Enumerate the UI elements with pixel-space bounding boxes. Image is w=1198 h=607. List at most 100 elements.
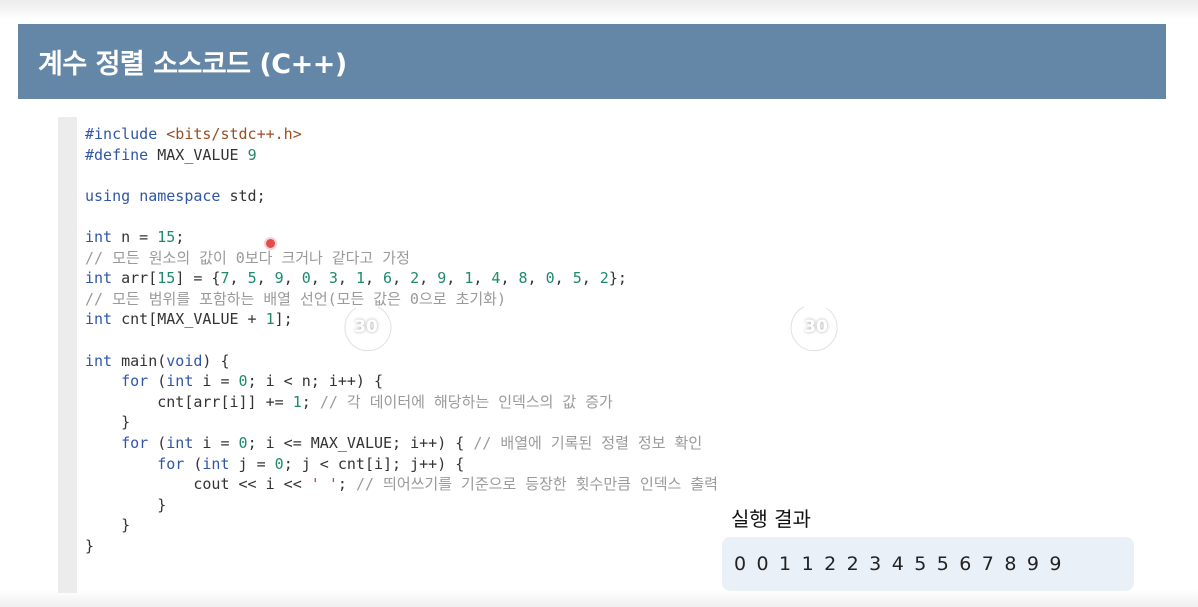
code-token: for <box>121 433 149 452</box>
code-token: ( <box>184 454 203 473</box>
code-token: , <box>500 269 519 288</box>
code-token: ; <box>301 392 320 411</box>
result-output-box: 0 0 1 1 2 2 3 4 5 5 6 7 8 9 9 <box>722 537 1134 591</box>
code-token: 0 <box>238 372 248 391</box>
code-token: int <box>202 454 230 473</box>
code-line: for (int j = 0; j < cnt[i]; j++) { <box>85 454 718 475</box>
code-token: int <box>85 310 113 329</box>
code-token: ]; <box>274 310 293 329</box>
code-token: } <box>85 495 167 514</box>
code-token: 9 <box>274 269 284 288</box>
code-token: , <box>473 269 492 288</box>
code-line: cnt[arr[i]] += 1; // 각 데이터에 해당하는 인덱스의 값 … <box>85 392 718 413</box>
code-token: 9 <box>437 269 447 288</box>
rewind-30-button[interactable]: 30 <box>336 297 396 357</box>
code-token: , <box>419 269 438 288</box>
code-token: , <box>310 269 329 288</box>
code-token: void <box>166 351 203 370</box>
code-token: } <box>85 516 131 535</box>
code-line: using namespace std; <box>85 186 718 207</box>
code-token: , <box>446 269 465 288</box>
code-token: ; <box>337 475 356 494</box>
code-token: 1 <box>464 269 474 288</box>
code-token: } <box>85 536 95 555</box>
code-token: int <box>166 433 194 452</box>
result-output: 0 0 1 1 2 2 3 4 5 5 6 7 8 9 9 <box>734 553 1064 575</box>
code-token: ; j < cnt[i]; j++) { <box>283 454 465 473</box>
code-token: i = <box>193 372 239 391</box>
code-token: , <box>283 269 302 288</box>
code-token: // 띄어쓰기를 기준으로 등장한 횟수만큼 인덱스 출력 <box>355 475 718 494</box>
code-token: std; <box>220 186 266 205</box>
code-token: ( <box>148 372 167 391</box>
code-token: ; <box>175 227 185 246</box>
slide-title: 계수 정렬 소스코드 (C++) <box>38 49 347 80</box>
code-token: 0 <box>301 269 311 288</box>
code-token: , <box>527 269 546 288</box>
code-token: 15 <box>157 227 176 246</box>
code-token: #include <box>85 125 167 143</box>
code-token: 7 <box>220 269 230 288</box>
code-token: using <box>85 186 131 205</box>
code-token: cnt[MAX_VALUE + <box>112 310 266 329</box>
code-token: ( <box>148 433 167 452</box>
code-token: ' ' <box>310 475 338 494</box>
rewind-30-label: 30 <box>354 317 378 337</box>
pointer-dot <box>266 239 275 248</box>
code-token: ) { <box>202 351 230 370</box>
code-token: <bits/stdc++.h> <box>166 125 302 143</box>
code-line: } <box>85 536 718 557</box>
code-line: int main(void) { <box>85 351 718 372</box>
code-line: cout << i << ' '; // 띄어쓰기를 기준으로 등장한 횟수만큼… <box>85 474 718 495</box>
result-title: 실행 결과 <box>731 507 811 531</box>
code-token: 2 <box>599 269 609 288</box>
code-token: int <box>85 351 113 370</box>
code-token: , <box>256 269 275 288</box>
code-token: arr[ <box>112 269 158 288</box>
code-token: 6 <box>383 269 393 288</box>
code-block: #include <bits/stdc++.h> #define MAX_VALU… <box>85 124 718 556</box>
code-token: for <box>121 372 149 391</box>
code-token: main( <box>112 351 167 370</box>
forward-30-button[interactable]: 30 <box>786 297 846 357</box>
code-token: // 각 데이터에 해당하는 인덱스의 값 증가 <box>319 392 613 411</box>
code-token: 1 <box>292 392 302 411</box>
code-token: int <box>85 269 113 288</box>
code-token: 0 <box>238 433 248 452</box>
code-token: 2 <box>410 269 420 288</box>
code-token: ; i < n; i++) { <box>247 372 384 391</box>
code-token: }; <box>608 269 627 288</box>
code-line: #define MAX_VALUE 9 <box>85 145 718 166</box>
code-token: #define <box>85 145 158 164</box>
code-token: // 배열에 기록된 정렬 정보 확인 <box>473 433 703 452</box>
code-token: // 모든 범위를 포함하는 배열 선언(모든 값은 0으로 초기화) <box>85 289 507 308</box>
code-line: for (int i = 0; i <= MAX_VALUE; i++) { /… <box>85 433 718 454</box>
code-line: } <box>85 412 718 433</box>
code-token: 15 <box>157 269 176 288</box>
code-token: i = <box>193 433 239 452</box>
code-token: 0 <box>274 454 284 473</box>
code-line: } <box>85 495 718 516</box>
code-token: MAX_VALUE <box>157 145 248 164</box>
code-token: 1 <box>355 269 365 288</box>
code-token: int <box>166 372 194 391</box>
code-token: ; i <= MAX_VALUE; i++) { <box>247 433 474 452</box>
code-token: cnt[arr[i]] += <box>85 392 293 411</box>
code-token: 3 <box>328 269 338 288</box>
code-token: , <box>364 269 384 288</box>
code-token: 9 <box>247 145 257 164</box>
code-line: for (int i = 0; i < n; i++) { <box>85 371 718 392</box>
code-token: , <box>392 269 411 288</box>
forward-30-label: 30 <box>804 317 828 337</box>
code-line: #include <bits/stdc++.h> <box>85 124 718 145</box>
code-token: // 모든 원소의 값이 0보다 크거나 같다고 가정 <box>85 248 410 267</box>
code-token: 5 <box>247 269 257 288</box>
code-token: , <box>581 269 600 288</box>
code-token: cout << i << <box>85 475 311 494</box>
code-token: 5 <box>572 269 582 288</box>
code-token: int <box>85 227 113 246</box>
